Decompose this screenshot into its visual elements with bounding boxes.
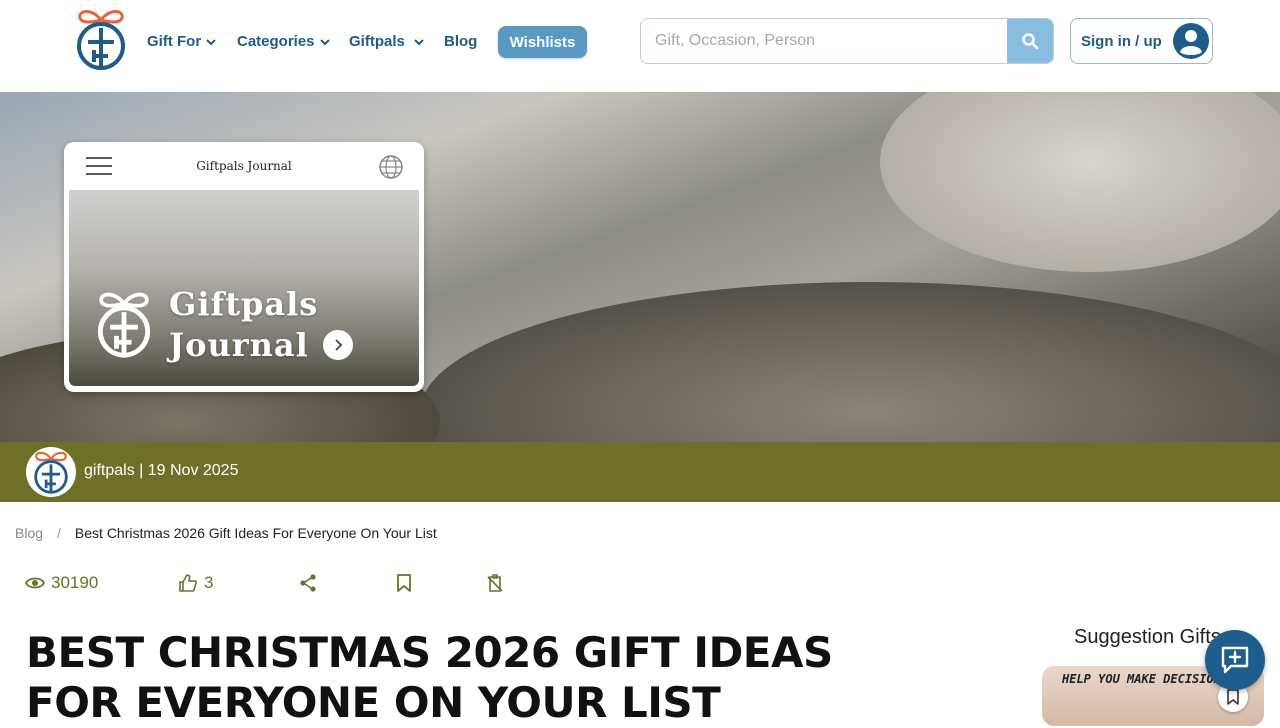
user-avatar-icon <box>1172 23 1209 59</box>
nav-categories[interactable]: Categories <box>237 33 331 50</box>
clipboard-off-icon <box>487 574 503 592</box>
suggestion-gifts-heading: Suggestion Gifts <box>1074 626 1221 648</box>
menu-icon[interactable] <box>86 156 112 176</box>
nav-blog-label: Blog <box>444 33 478 50</box>
views-value: 30190 <box>51 573 99 592</box>
share-icon <box>300 574 316 592</box>
journal-next-button[interactable] <box>323 330 353 360</box>
author-avatar[interactable] <box>26 447 76 497</box>
nav-gift-for-label: Gift For <box>147 33 202 50</box>
giftpals-logo-white <box>97 292 151 358</box>
nav-blog[interactable]: Blog <box>444 33 477 50</box>
eye-icon <box>25 577 45 589</box>
nav-giftpals-label: Giftpals <box>349 33 405 50</box>
share-button[interactable] <box>298 573 318 593</box>
wishlists-button[interactable]: Wishlists <box>498 26 587 58</box>
site-header: Gift For Categories Giftpals Blog Wishli… <box>0 0 1280 92</box>
breadcrumb-blog-link[interactable]: Blog <box>15 525 43 541</box>
journal-card-image: Giftpals Journal <box>69 190 419 386</box>
clipboard-button[interactable] <box>485 573 505 593</box>
nav-categories-label: Categories <box>237 33 315 50</box>
journal-card[interactable]: Giftpals Journal Giftpals Journal <box>64 142 424 392</box>
search-button[interactable] <box>1007 19 1053 63</box>
hero-rock-shape <box>420 282 1280 442</box>
suggestion-card-caption: HELP YOU MAKE DECISIONS <box>1062 672 1229 686</box>
hero-rock-shape <box>880 92 1280 272</box>
sign-in-button[interactable]: Sign in / up <box>1070 18 1213 64</box>
hero-banner: Giftpals Journal Giftpals Journal <box>0 92 1280 442</box>
journal-brand-line2: Journal <box>169 326 309 364</box>
giftpals-logo[interactable] <box>74 6 128 72</box>
add-message-icon <box>1221 646 1249 674</box>
search-input[interactable] <box>641 19 1007 63</box>
chevron-down-icon <box>206 38 216 45</box>
chevron-right-icon <box>335 339 343 351</box>
search-icon <box>1022 33 1039 50</box>
journal-brand-text: Giftpals Journal <box>169 284 318 366</box>
nav-giftpals[interactable]: Giftpals <box>349 33 425 50</box>
search-bar <box>640 18 1054 64</box>
article-title: BEST CHRISTMAS 2026 GIFT IDEAS FOR EVERY… <box>26 628 833 727</box>
thumbs-up-icon <box>179 574 197 592</box>
journal-card-title: Giftpals Journal <box>196 159 292 173</box>
author-meta: giftpals | 19 Nov 2025 <box>84 462 239 479</box>
breadcrumb-current: Best Christmas 2026 Gift Ideas For Every… <box>74 525 437 541</box>
nav-gift-for[interactable]: Gift For <box>147 33 217 50</box>
likes-value: 3 <box>204 573 214 592</box>
giftpals-logo <box>34 451 68 494</box>
author-bar: giftpals | 19 Nov 2025 <box>0 442 1280 502</box>
chevron-down-icon <box>414 38 424 45</box>
globe-icon[interactable] <box>378 154 404 180</box>
bookmark-icon <box>1227 689 1239 705</box>
sign-in-label: Sign in / up <box>1081 32 1162 50</box>
new-chat-fab[interactable] <box>1205 630 1265 690</box>
like-button[interactable]: 3 <box>178 573 213 593</box>
bookmark-button[interactable] <box>394 573 414 593</box>
breadcrumb: Blog / Best Christmas 2026 Gift Ideas Fo… <box>15 525 437 541</box>
journal-brand-line1: Giftpals <box>169 285 319 323</box>
views-count: 30190 <box>25 573 98 593</box>
chevron-down-icon <box>319 38 330 45</box>
breadcrumb-separator: / <box>57 525 61 541</box>
bookmark-icon <box>397 574 411 592</box>
journal-card-header: Giftpals Journal <box>64 142 424 190</box>
